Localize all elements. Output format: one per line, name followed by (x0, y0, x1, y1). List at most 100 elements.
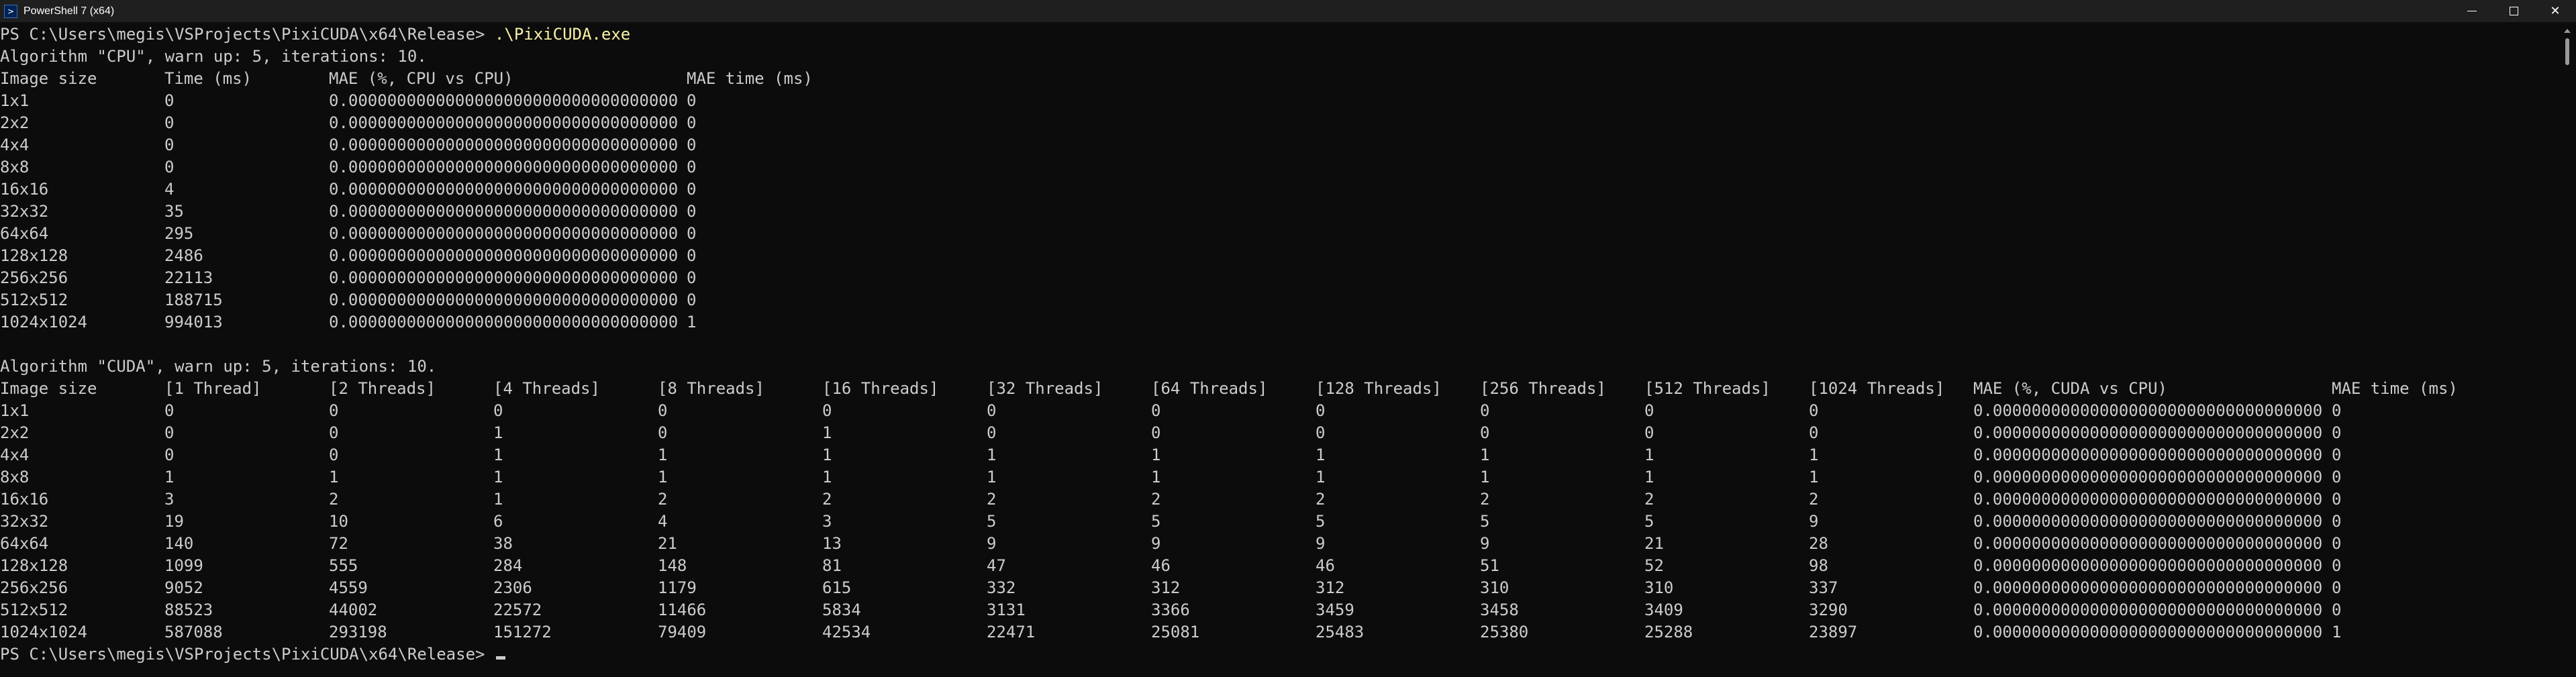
cpu-cell: Time (ms) (164, 69, 252, 88)
cpu-table-row: 512x512 188715 0.0000000000000000000000000… (0, 289, 2557, 311)
vertical-scrollbar[interactable] (2559, 23, 2576, 677)
cpu-cell: MAE (%, CPU vs CPU) (329, 69, 513, 88)
cuda-cell: 148 (658, 556, 687, 575)
cpu-cell: 0 (687, 91, 697, 110)
cuda-cell: 1 (1151, 468, 1161, 486)
cuda-cell: 1 (822, 423, 832, 442)
cuda-cell: 25380 (1480, 623, 1529, 641)
cpu-cell: 0.0000000000000000000000000000000000 (329, 268, 679, 287)
cpu-cell: 16x16 (0, 180, 49, 199)
cuda-cell: 81 (822, 556, 842, 575)
title-bar[interactable]: > PowerShell 7 (x64) ✕ (0, 0, 2576, 22)
cuda-cell: 0.0000000000000000000000000000000000 (1973, 512, 2323, 531)
cpu-cell: 0 (164, 91, 175, 110)
cuda-cell: [1024 Threads] (1809, 379, 1945, 398)
cuda-cell: 64x64 (0, 534, 49, 553)
cuda-cell: 1 (1809, 468, 1819, 486)
cuda-cell: 1099 (164, 556, 203, 575)
maximize-button[interactable] (2493, 0, 2534, 22)
cuda-cell: 2 (658, 490, 668, 509)
cuda-cell: 0 (2332, 490, 2342, 509)
scroll-thumb[interactable] (2565, 38, 2569, 65)
cpu-cell: 8x8 (0, 158, 30, 176)
cuda-cell: 46 (1316, 556, 1335, 575)
cpu-cell: 0.0000000000000000000000000000000000 (329, 91, 679, 110)
cpu-cell: 22113 (164, 268, 213, 287)
cpu-cell: 0 (687, 291, 697, 309)
cuda-cell: 0.0000000000000000000000000000000000 (1973, 556, 2323, 575)
cuda-table-row: 2x2 0 0 1 0 1 0 0 0 0 0 0 0.000000000000000000000000… (0, 422, 2557, 444)
cuda-cell: 42534 (822, 623, 871, 641)
cuda-cell: 140 (164, 534, 194, 553)
cpu-table-row: 256x256 22113 0.00000000000000000000000000… (0, 267, 2557, 289)
minimize-button[interactable] (2451, 0, 2493, 22)
cuda-cell: 555 (329, 556, 358, 575)
cuda-cell: 22572 (493, 601, 542, 619)
cuda-cell: 0 (987, 423, 997, 442)
cpu-cell: 64x64 (0, 224, 49, 243)
cuda-cell: 0 (658, 423, 668, 442)
cuda-cell: 0 (164, 423, 175, 442)
cpu-results-table: Image size Time (ms) MAE (%, CPU vs CPU) MA… (0, 68, 2557, 333)
cuda-cell: 3458 (1480, 601, 1519, 619)
cuda-cell: 1 (329, 468, 339, 486)
cuda-cell: 0.0000000000000000000000000000000000 (1973, 578, 2323, 597)
cuda-cell: 44002 (329, 601, 378, 619)
cpu-cell: 0.0000000000000000000000000000000000 (329, 113, 679, 132)
cpu-header-row: Image size Time (ms) MAE (%, CPU vs CPU) MA… (0, 68, 2557, 90)
cuda-cell: 47 (987, 556, 1006, 575)
cuda-cell: 88523 (164, 601, 213, 619)
cuda-table-row: 8x8 1 1 1 1 1 1 1 1 1 1 1 0.000000000000000000000000… (0, 466, 2557, 488)
cuda-cell: 5834 (822, 601, 861, 619)
cuda-cell: 3459 (1316, 601, 1354, 619)
cuda-cell: 28 (1809, 534, 1828, 553)
prompt-path: PS C:\Users\megis\VSProjects\PixiCUDA\x6… (0, 25, 495, 44)
cuda-cell: MAE time (ms) (2332, 379, 2458, 398)
cpu-cell: 256x256 (0, 268, 68, 287)
cuda-cell: Image size (0, 379, 97, 398)
cuda-cell: 25483 (1316, 623, 1365, 641)
cuda-table-row: 32x32 19 10 6 4 3 5 5 5 5 5 9 0.00000000000000000000… (0, 511, 2557, 533)
final-prompt-line[interactable]: PS C:\Users\megis\VSProjects\PixiCUDA\x6… (0, 643, 2557, 666)
cpu-cell: 1 (687, 313, 697, 331)
cpu-cell: 188715 (164, 291, 223, 309)
cuda-cell: [512 Threads] (1644, 379, 1771, 398)
cuda-cell: [256 Threads] (1480, 379, 1606, 398)
cuda-cell: 293198 (329, 623, 387, 641)
cuda-cell: 2 (1644, 490, 1654, 509)
window-controls: ✕ (2451, 0, 2576, 22)
cuda-cell: 0 (2332, 534, 2342, 553)
cuda-cell: 1 (1316, 446, 1326, 464)
cuda-cell: 1 (493, 468, 503, 486)
command-text: .\PixiCUDA.exe (494, 25, 631, 44)
cuda-cell: 9 (1151, 534, 1161, 553)
cuda-table-row: 16x16 3 2 1 2 2 2 2 2 2 2 2 0.0000000000000000000000… (0, 488, 2557, 511)
cuda-table-row: 256x256 9052 4559 2306 1179 615 332 312 312 310 31… (0, 577, 2557, 599)
cuda-cell: 2 (329, 490, 339, 509)
cpu-cell: 0 (687, 113, 697, 132)
cpu-cell: 32x32 (0, 202, 49, 221)
cpu-cell: 0 (687, 180, 697, 199)
cuda-cell: 2 (987, 490, 997, 509)
cuda-cell: 2x2 (0, 423, 30, 442)
cuda-cell: 5 (987, 512, 997, 531)
cuda-cell: 0 (1316, 401, 1326, 420)
cuda-cell: 0 (1644, 423, 1654, 442)
terminal-output[interactable]: PS C:\Users\megis\VSProjects\PixiCUDA\x6… (0, 23, 2557, 677)
cuda-cell: 1 (822, 468, 832, 486)
close-button[interactable]: ✕ (2534, 0, 2576, 22)
cuda-cell: 1 (987, 446, 997, 464)
scroll-up-arrow-icon[interactable] (2564, 29, 2571, 33)
cuda-cell: 0.0000000000000000000000000000000000 (1973, 601, 2323, 619)
cuda-cell: 9052 (164, 578, 203, 597)
cpu-table-row: 32x32 35 0.0000000000000000000000000000000… (0, 201, 2557, 223)
cuda-cell: 0 (2332, 468, 2342, 486)
cpu-cell: 0 (687, 136, 697, 154)
cpu-table-row: 1x1 0 0.0000000000000000000000000000000000… (0, 90, 2557, 112)
cuda-cell: 587088 (164, 623, 223, 641)
window-title: PowerShell 7 (x64) (23, 5, 115, 17)
cuda-cell: 52 (1644, 556, 1664, 575)
final-prompt-path: PS C:\Users\megis\VSProjects\PixiCUDA\x6… (0, 645, 495, 664)
cuda-cell: 0 (164, 401, 175, 420)
